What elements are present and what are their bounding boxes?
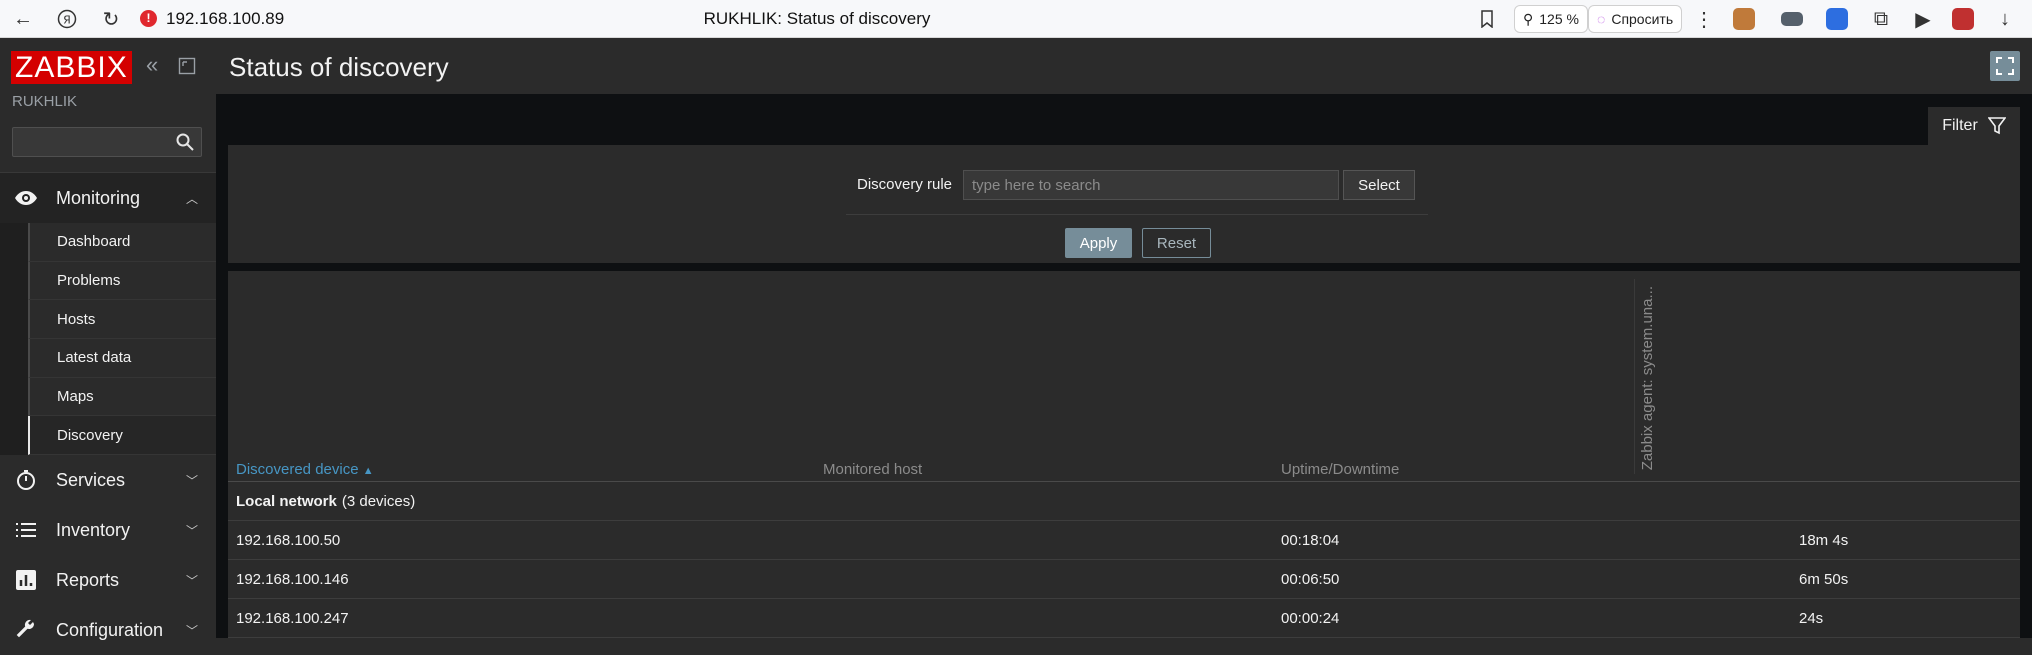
sort-ascending-icon: ▲ xyxy=(362,465,374,477)
agent-check-value: 18m 4s xyxy=(1799,532,1849,549)
chevron-down-icon: ﹀ xyxy=(185,523,198,538)
submenu-item-maps[interactable]: Maps xyxy=(28,377,216,417)
discovery-rule-input[interactable] xyxy=(963,170,1339,200)
zoom-indicator[interactable]: ⚲ 125 % xyxy=(1514,5,1588,33)
device-ip: 192.168.100.247 xyxy=(236,610,349,627)
list-icon xyxy=(16,523,36,538)
apply-button[interactable]: Apply xyxy=(1065,228,1132,258)
server-name: RUKHLIK xyxy=(12,93,78,110)
kiosk-mode-icon[interactable] xyxy=(178,55,196,81)
zoom-level: 125 % xyxy=(1539,11,1579,27)
rocket-extension-icon[interactable] xyxy=(1826,8,1848,30)
bar-chart-icon xyxy=(16,570,36,591)
menu-label: Configuration xyxy=(56,619,164,640)
column-label: Discovered device xyxy=(236,461,359,478)
filter-panel: Discovery rule Select Apply Reset xyxy=(228,145,2020,263)
uptime-value: 00:06:50 xyxy=(1281,571,1340,588)
menu-configuration[interactable]: Configuration ﹀ xyxy=(0,605,216,655)
menu-services[interactable]: Services ﹀ xyxy=(0,455,216,505)
uptime-value: 00:18:04 xyxy=(1281,532,1340,549)
chevron-down-icon: ﹀ xyxy=(185,473,198,488)
submenu-item-dashboard[interactable]: Dashboard xyxy=(28,223,216,262)
page-header: Status of discovery xyxy=(216,38,2032,94)
funnel-icon xyxy=(1987,117,2006,135)
zoom-icon: ⚲ xyxy=(1523,10,1534,27)
fullscreen-icon xyxy=(1996,57,2014,75)
column-header-monitored-host: Monitored host xyxy=(823,461,923,478)
table-row: 192.168.100.146 00:06:50 6m 50s xyxy=(228,560,2020,599)
device-ip: 192.168.100.146 xyxy=(236,571,349,588)
page-title: Status of discovery xyxy=(229,52,449,82)
bookmark-icon[interactable] xyxy=(1472,0,1502,38)
more-menu-icon[interactable]: ⋮ xyxy=(1694,0,1714,38)
extension-icon[interactable] xyxy=(1952,8,1974,30)
menu-inventory[interactable]: Inventory ﹀ xyxy=(0,505,216,555)
submenu-item-discovery[interactable]: Discovery xyxy=(28,416,216,456)
media-icon[interactable]: ▶ xyxy=(1908,0,1938,38)
svg-text:Я: Я xyxy=(63,14,71,27)
menu-reports[interactable]: Reports ﹀ xyxy=(0,555,216,605)
discovery-table: Discovered device ▲ Monitored host Uptim… xyxy=(228,271,2020,638)
reset-button[interactable]: Reset xyxy=(1142,228,1211,258)
reload-icon[interactable]: ↻ xyxy=(96,0,126,38)
column-label-vertical: Zabbix agent: system.una... xyxy=(1639,285,1656,470)
agent-check-value: 24s xyxy=(1799,610,1824,627)
search-icon[interactable] xyxy=(175,132,195,152)
submenu-item-problems[interactable]: Problems xyxy=(28,261,216,301)
discovery-rule-label: Discovery rule xyxy=(857,176,953,193)
uptime-value: 00:00:24 xyxy=(1281,610,1340,627)
column-header-agent-check: Zabbix agent: system.una... xyxy=(1634,279,1658,474)
group-row: Local network (3 devices) xyxy=(228,482,2020,521)
menu-label: Reports xyxy=(56,569,120,590)
filter-tab[interactable]: Filter xyxy=(1928,107,2020,145)
submenu-item-latest-data[interactable]: Latest data xyxy=(28,339,216,378)
page-tab-title: RUKHLIK: Status of discovery xyxy=(703,9,931,28)
collapse-sidebar-icon[interactable]: « xyxy=(146,52,158,78)
chevron-down-icon: ﹀ xyxy=(185,573,198,588)
yandex-icon[interactable]: Я xyxy=(52,0,82,38)
device-ip: 192.168.100.50 xyxy=(236,532,341,549)
submenu-item-hosts[interactable]: Hosts xyxy=(28,300,216,340)
address-bar[interactable]: 192.168.100.89 xyxy=(166,0,284,38)
sidebar-search-input[interactable] xyxy=(12,127,202,157)
eye-icon xyxy=(15,191,37,205)
monitoring-submenu: Dashboard Problems Hosts Latest data Map… xyxy=(0,223,216,456)
extension-icon[interactable] xyxy=(1781,12,1803,26)
group-count: (3 devices) xyxy=(341,492,416,510)
insecure-warning-icon[interactable]: ! xyxy=(140,10,157,27)
column-header-uptime: Uptime/Downtime xyxy=(1281,461,1400,478)
ask-button[interactable]: ◌ Спросить xyxy=(1588,5,1683,33)
stopwatch-icon xyxy=(17,470,35,491)
puzzle-icon[interactable]: ⧉ xyxy=(1866,0,1896,38)
group-name: Local network xyxy=(236,492,337,510)
column-header-discovered-device[interactable]: Discovered device ▲ xyxy=(236,461,374,478)
zabbix-logo[interactable]: ZABBIX xyxy=(11,51,132,84)
chevron-down-icon: ﹀ xyxy=(185,623,198,638)
menu-label: Monitoring xyxy=(56,187,141,208)
sidebar: ZABBIX « RUKHLIK Monitoring ︿ Dashboard … xyxy=(0,38,216,640)
agent-check-value: 6m 50s xyxy=(1799,571,1849,588)
main-content: Status of discovery Filter Discovery rul… xyxy=(216,38,2032,638)
browser-toolbar: ← Я ↻ ! 192.168.100.89 RUKHLIK: Status o… xyxy=(0,0,2032,38)
wrench-icon xyxy=(16,620,35,638)
filter-divider xyxy=(846,214,1428,215)
extension-icon[interactable] xyxy=(1733,8,1755,30)
menu-monitoring[interactable]: Monitoring ︿ xyxy=(0,173,216,223)
chevron-up-icon: ︿ xyxy=(185,191,198,206)
ask-label: Спросить xyxy=(1611,11,1674,27)
alice-icon: ◌ xyxy=(1597,11,1606,27)
fullscreen-button[interactable] xyxy=(1990,51,2020,81)
table-row: 192.168.100.50 00:18:04 18m 4s xyxy=(228,521,2020,560)
downloads-icon[interactable]: ↓ xyxy=(1990,0,2020,38)
select-button[interactable]: Select xyxy=(1343,170,1415,200)
back-arrow-icon[interactable]: ← xyxy=(8,0,38,38)
main-menu: Monitoring ︿ Dashboard Problems Hosts La… xyxy=(0,172,216,655)
menu-label: Inventory xyxy=(56,519,131,540)
table-header: Discovered device ▲ Monitored host Uptim… xyxy=(228,271,2020,482)
table-row: 192.168.100.247 00:00:24 24s xyxy=(228,599,2020,638)
menu-label: Services xyxy=(56,469,126,490)
filter-tab-label: Filter xyxy=(1942,117,1978,134)
